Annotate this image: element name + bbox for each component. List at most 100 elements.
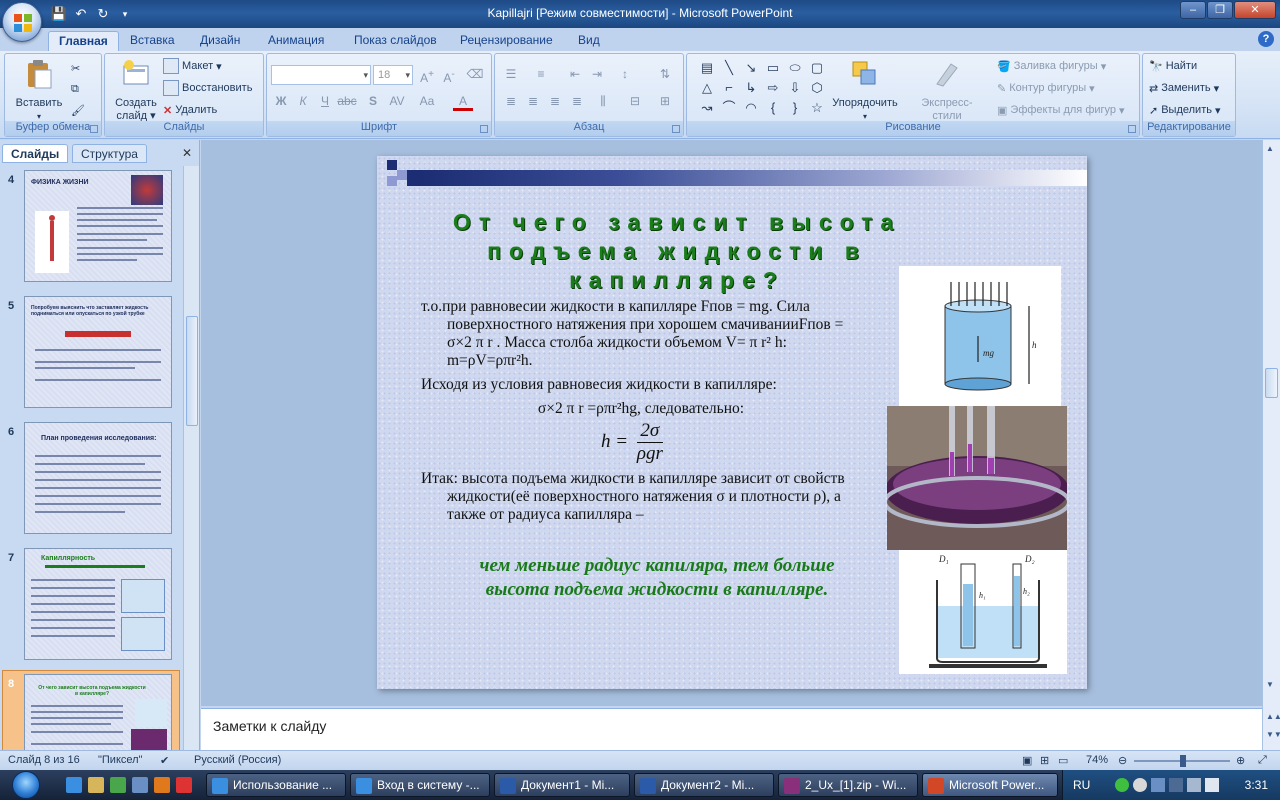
triangle-shape-icon[interactable]: △ bbox=[697, 79, 717, 97]
rect-shape-icon[interactable]: ▭ bbox=[763, 59, 783, 77]
replace-button[interactable]: ⇄ Заменить ▾ bbox=[1149, 78, 1219, 98]
taskbar-item-word2[interactable]: Документ2 - Mi... bbox=[634, 773, 774, 797]
reset-button[interactable]: Восстановить bbox=[163, 78, 252, 98]
scroll-thumb[interactable] bbox=[1265, 368, 1278, 398]
layout-button[interactable]: Макет ▾ bbox=[163, 56, 222, 76]
shrink-font-icon[interactable]: A- bbox=[439, 65, 459, 85]
input-language[interactable]: RU bbox=[1073, 778, 1090, 792]
two-capillaries-image[interactable]: D₁ D₂ h₁ h₂ bbox=[899, 550, 1067, 674]
italic-icon[interactable]: К bbox=[293, 92, 313, 111]
tray-icon-3[interactable] bbox=[1169, 778, 1183, 792]
underline-icon[interactable]: Ч bbox=[315, 92, 335, 111]
zoom-level[interactable]: 74% bbox=[1086, 754, 1108, 766]
smartart-icon[interactable]: ⊞ bbox=[655, 92, 675, 111]
slide-sorter-icon[interactable]: ⊞ bbox=[1040, 754, 1049, 767]
clock[interactable]: 3:31 bbox=[1245, 778, 1268, 792]
paragraph-2[interactable]: Исходя из условия равновесия жидкости в … bbox=[421, 376, 861, 394]
next-slide-icon[interactable]: ▼▼ bbox=[1266, 730, 1280, 739]
arrange-button[interactable]: Упорядочить ▾ bbox=[829, 58, 901, 123]
shadow-icon[interactable]: S bbox=[363, 92, 383, 111]
taskbar-item-winrar[interactable]: 2_Ux_[1].zip - Wi... bbox=[778, 773, 918, 797]
thumbnail-slide-4[interactable]: ФИЗИКА ЖИЗНИ bbox=[24, 170, 172, 282]
capillary-diagram-image[interactable]: mg h bbox=[899, 266, 1061, 406]
text-direction-icon[interactable]: ⇅ bbox=[655, 65, 675, 84]
folder-quicklaunch-icon[interactable] bbox=[88, 777, 104, 793]
arrow-shape-icon[interactable]: ↘ bbox=[741, 59, 761, 77]
scroll-up-icon[interactable]: ▲ bbox=[1266, 144, 1274, 153]
tray-icon-2[interactable] bbox=[1133, 778, 1147, 792]
taskbar-item-ie2[interactable]: Вход в систему -... bbox=[350, 773, 490, 797]
down-arrow-shape-icon[interactable]: ⇩ bbox=[785, 79, 805, 97]
shape-effects-button[interactable]: ▣ Эффекты для фигур ▾ bbox=[997, 100, 1125, 120]
scroll-thumb[interactable] bbox=[186, 316, 198, 426]
decrease-indent-icon[interactable]: ⇤ bbox=[565, 65, 585, 84]
zoom-out-icon[interactable]: ⊖ bbox=[1118, 754, 1127, 767]
connector-shape-icon[interactable]: ↳ bbox=[741, 79, 761, 97]
scroll-down-icon[interactable]: ▼ bbox=[1266, 680, 1274, 689]
help-icon[interactable]: ? bbox=[1258, 31, 1274, 47]
dialog-launcher[interactable] bbox=[480, 125, 488, 133]
capillary-photo-image[interactable] bbox=[887, 406, 1067, 550]
elbow-shape-icon[interactable]: ⌐ bbox=[719, 79, 739, 97]
spellcheck-icon[interactable]: ✔ bbox=[160, 754, 169, 767]
tab-insert[interactable]: Вставка bbox=[120, 31, 185, 51]
thumbnail-scrollbar[interactable] bbox=[183, 166, 199, 750]
hexagon-shape-icon[interactable]: ⬡ bbox=[807, 79, 827, 97]
clear-format-icon[interactable]: ⌫ bbox=[465, 65, 485, 84]
increase-indent-icon[interactable]: ⇥ bbox=[587, 65, 607, 84]
start-button[interactable] bbox=[6, 770, 50, 800]
network-icon[interactable] bbox=[1151, 778, 1165, 792]
office-button[interactable] bbox=[2, 2, 42, 42]
bold-icon[interactable]: Ж bbox=[271, 92, 291, 111]
slide-title[interactable]: От чего зависит высота подъема жидкости … bbox=[417, 208, 937, 295]
taskbar-item-word1[interactable]: Документ1 - Mi... bbox=[494, 773, 630, 797]
align-center-icon[interactable]: ≣ bbox=[523, 92, 543, 111]
ie-quicklaunch-icon[interactable] bbox=[66, 777, 82, 793]
fit-to-window-icon[interactable]: ⤢ bbox=[1258, 754, 1267, 767]
delete-slide-button[interactable]: ✕ Удалить bbox=[163, 100, 217, 120]
theme-name[interactable]: "Пиксел" bbox=[98, 754, 142, 766]
app2-quicklaunch-icon[interactable] bbox=[176, 777, 192, 793]
select-button[interactable]: ➚ Выделить ▾ bbox=[1149, 100, 1221, 120]
tab-view[interactable]: Вид bbox=[568, 31, 610, 51]
line-shape-icon[interactable]: ╲ bbox=[719, 59, 739, 77]
language-indicator[interactable]: Русский (Россия) bbox=[194, 754, 281, 766]
restore-button[interactable]: ❐ bbox=[1207, 1, 1233, 19]
normal-view-icon[interactable]: ▣ bbox=[1022, 754, 1032, 767]
line-spacing-icon[interactable]: ↕ bbox=[615, 65, 635, 84]
freeform-shape-icon[interactable]: ⌒ bbox=[719, 99, 739, 117]
conclusion-text[interactable]: чем меньше радиус капиляра, тем больше в… bbox=[457, 554, 857, 602]
brace-shape-icon[interactable]: { bbox=[763, 99, 783, 117]
taskbar-item-powerpoint[interactable]: Microsoft Power... bbox=[922, 773, 1058, 797]
close-button[interactable]: ✕ bbox=[1234, 1, 1276, 19]
volume-icon[interactable] bbox=[1205, 778, 1219, 792]
font-size-combo[interactable]: 18 ▾ bbox=[373, 65, 413, 85]
tab-outline[interactable]: Структура bbox=[72, 144, 147, 163]
tray-icon-4[interactable] bbox=[1187, 778, 1201, 792]
dialog-launcher[interactable] bbox=[672, 125, 680, 133]
copy-icon[interactable]: ⧉ bbox=[71, 79, 79, 99]
main-scrollbar[interactable]: ▲ ▼ ▲▲ ▼▼ bbox=[1262, 140, 1280, 750]
oval-shape-icon[interactable]: ⬭ bbox=[785, 59, 805, 77]
font-name-combo[interactable]: ▾ bbox=[271, 65, 371, 85]
desktop-quicklaunch-icon[interactable] bbox=[132, 777, 148, 793]
grow-font-icon[interactable]: A+ bbox=[417, 65, 437, 85]
align-text-icon[interactable]: ⊟ bbox=[625, 92, 645, 111]
previous-slide-icon[interactable]: ▲▲ bbox=[1266, 712, 1280, 721]
change-case-icon[interactable]: Aa bbox=[417, 92, 437, 111]
find-button[interactable]: 🔭 Найти bbox=[1149, 56, 1197, 76]
font-color-icon[interactable]: A bbox=[453, 92, 473, 111]
paragraph-4[interactable]: Итак: высота подъема жидкости в капилляр… bbox=[421, 470, 861, 524]
columns-icon[interactable]: ⫼ bbox=[593, 92, 613, 111]
strikethrough-icon[interactable]: abc bbox=[337, 92, 357, 111]
new-slide-button[interactable]: Создать слайд ▾ bbox=[111, 58, 161, 123]
tab-slides[interactable]: Слайды bbox=[2, 144, 69, 163]
paragraph-1[interactable]: т.о.при равновесии жидкости в капилляре … bbox=[421, 298, 861, 370]
numbering-icon[interactable]: ≡ bbox=[531, 65, 551, 84]
star-shape-icon[interactable]: ☆ bbox=[807, 99, 827, 117]
thumbnail-slide-7[interactable]: Капиллярность bbox=[24, 548, 172, 660]
formula[interactable]: h = 2σ ρgr bbox=[601, 420, 663, 465]
char-spacing-icon[interactable]: AV bbox=[387, 92, 407, 111]
justify-icon[interactable]: ≣ bbox=[567, 92, 587, 111]
shape-outline-button[interactable]: ✎ Контур фигуры ▾ bbox=[997, 78, 1095, 98]
